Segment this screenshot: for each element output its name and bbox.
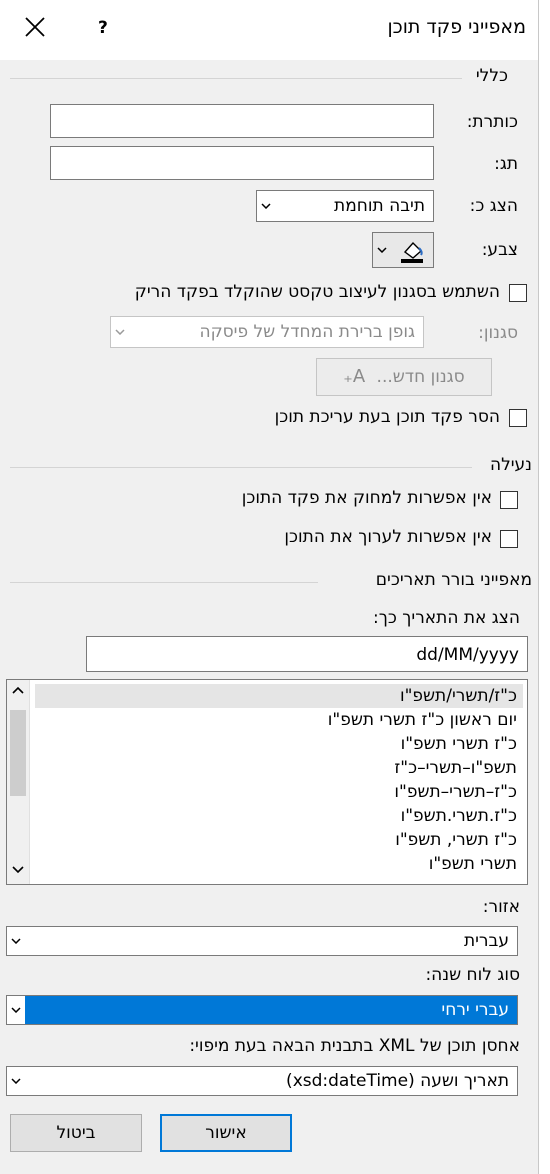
- date-picker-divider: [10, 582, 318, 583]
- title-input[interactable]: [50, 104, 434, 138]
- general-divider: [10, 78, 462, 79]
- chevron-down-icon: [7, 1067, 25, 1095]
- general-heading: כללי: [475, 66, 508, 86]
- use-style-label: השתמש בסגנון לעיצוב טקסט שהוקלד בפקד הרי…: [134, 282, 500, 302]
- date-picker-heading: מאפייני בורר תאריכים: [375, 570, 532, 590]
- chevron-down-icon: [373, 233, 391, 267]
- new-style-icon: A₊: [343, 366, 366, 387]
- color-label: צבע:: [481, 240, 518, 260]
- color-picker-button[interactable]: [372, 232, 434, 268]
- paint-bucket-icon: [401, 241, 423, 263]
- calendar-type-value: עברי ירחי: [441, 1000, 509, 1020]
- locale-dropdown[interactable]: עברית: [6, 926, 518, 956]
- title-bar: מאפייני פקד תוכן ?: [0, 0, 538, 60]
- calendar-type-label: סוג לוח שנה:: [425, 965, 520, 985]
- locking-heading: נעילה: [489, 455, 532, 475]
- new-style-label: סגנון חדש...: [376, 367, 465, 387]
- cancel-button[interactable]: ביטול: [10, 1114, 142, 1152]
- use-style-checkbox[interactable]: [509, 284, 527, 302]
- date-format-list[interactable]: כ"ז/תשרי/תשפ"ו יום ראשון כ"ז תשרי תשפ"ו כ"…: [6, 679, 528, 885]
- close-icon[interactable]: [22, 14, 48, 40]
- scroll-up-icon[interactable]: [12, 686, 24, 694]
- no-delete-checkbox[interactable]: [500, 491, 518, 509]
- locale-label: אזור:: [482, 897, 520, 917]
- list-item[interactable]: תשפ"ו–תשרי–כ"ז: [35, 756, 523, 780]
- ok-button[interactable]: אישור: [160, 1114, 292, 1152]
- remove-control-checkbox[interactable]: [509, 409, 527, 427]
- remove-control-label: הסר פקד תוכן בעת עריכת תוכן: [274, 407, 500, 427]
- content-control-properties-dialog: מאפייני פקד תוכן ? כללי כותרת: תג: הצג כ…: [0, 0, 538, 1174]
- no-edit-label: אין אפשרות לערוך את התוכן: [284, 527, 492, 547]
- scroll-thumb[interactable]: [10, 710, 26, 796]
- date-format-value: dd/MM/yyyy: [416, 645, 519, 665]
- show-as-dropdown[interactable]: תיבה תוחמת: [256, 190, 434, 222]
- xml-mapping-label: אחסן תוכן של XML בתבנית הבאה בעת מיפוי:: [189, 1036, 520, 1056]
- show-as-label: הצג כ:: [469, 196, 518, 216]
- list-item[interactable]: כ"ז–תשרי–תשפ"ו: [35, 780, 523, 804]
- title-label: כותרת:: [466, 112, 518, 132]
- list-item[interactable]: כ"ז תשרי תשפ"ו: [35, 732, 523, 756]
- scroll-down-icon[interactable]: [12, 866, 24, 874]
- chevron-down-icon: [257, 191, 275, 221]
- style-dropdown[interactable]: גופן ברירת המחדל של פיסקה: [110, 316, 424, 348]
- chevron-down-icon: [7, 996, 25, 1024]
- no-edit-checkbox[interactable]: [500, 530, 518, 548]
- list-item[interactable]: יום ראשון כ"ז תשרי תשפ"ו: [35, 708, 523, 732]
- background-document-edge: [538, 0, 550, 1174]
- tag-label: תג:: [494, 154, 518, 174]
- dialog-title: מאפייני פקד תוכן: [387, 16, 526, 38]
- xml-mapping-dropdown[interactable]: תאריך ושעה (xsd:dateTime): [6, 1066, 518, 1096]
- locking-divider: [10, 467, 472, 468]
- tag-input[interactable]: [50, 146, 434, 180]
- calendar-type-dropdown[interactable]: עברי ירחי: [6, 995, 518, 1025]
- new-style-button[interactable]: סגנון חדש... A₊: [316, 358, 492, 396]
- help-icon[interactable]: ?: [98, 18, 108, 38]
- chevron-down-icon: [7, 927, 25, 955]
- date-format-input[interactable]: dd/MM/yyyy: [86, 636, 528, 672]
- show-as-value: תיבה תוחמת: [334, 196, 425, 216]
- locale-value: עברית: [463, 931, 509, 951]
- style-value: גופן ברירת המחדל של פיסקה: [199, 322, 415, 342]
- list-item[interactable]: תשרי תשפ"ו: [35, 852, 523, 876]
- date-format-label: הצג את התאריך כך:: [373, 608, 520, 628]
- list-scrollbar[interactable]: [7, 680, 30, 884]
- xml-mapping-value: תאריך ושעה (xsd:dateTime): [286, 1071, 509, 1091]
- list-item[interactable]: כ"ז תשרי, תשפ"ו: [35, 828, 523, 852]
- no-delete-label: אין אפשרות למחוק את פקד התוכן: [241, 488, 492, 508]
- list-item[interactable]: כ"ז/תשרי/תשפ"ו: [35, 684, 523, 708]
- list-item[interactable]: כ"ז.תשרי.תשפ"ו: [35, 804, 523, 828]
- style-label: סגנון:: [478, 323, 518, 343]
- chevron-down-icon: [111, 317, 129, 347]
